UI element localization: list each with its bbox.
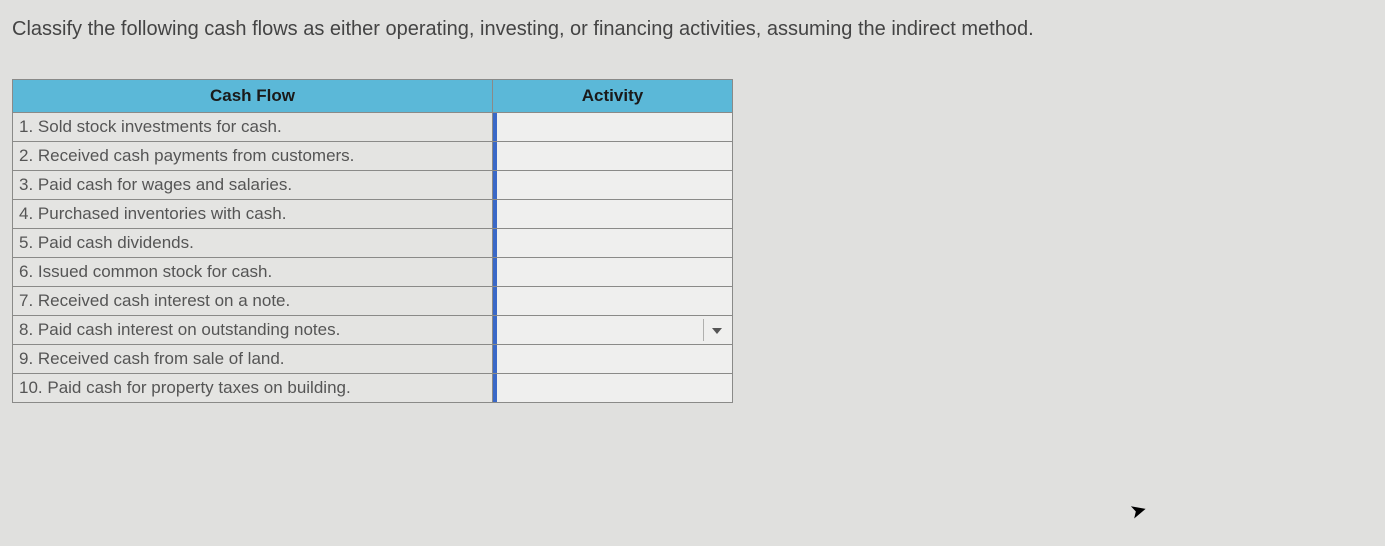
table-row: 2. Received cash payments from customers… bbox=[13, 142, 733, 171]
activity-dropdown[interactable] bbox=[493, 258, 732, 286]
cash-flow-desc: 8. Paid cash interest on outstanding not… bbox=[13, 316, 493, 345]
question-text: Classify the following cash flows as eit… bbox=[12, 18, 1373, 41]
activity-dropdown[interactable] bbox=[493, 113, 732, 141]
table-row: 3. Paid cash for wages and salaries. bbox=[13, 171, 733, 200]
table-row: 5. Paid cash dividends. bbox=[13, 229, 733, 258]
activity-dropdown[interactable] bbox=[493, 142, 732, 170]
activity-dropdown[interactable] bbox=[493, 374, 732, 402]
activity-dropdown[interactable] bbox=[493, 316, 732, 344]
cash-flow-desc: 2. Received cash payments from customers… bbox=[13, 142, 493, 171]
table-row: 7. Received cash interest on a note. bbox=[13, 287, 733, 316]
classification-table: Cash Flow Activity 1. Sold stock investm… bbox=[12, 79, 733, 403]
cursor-icon: ➤ bbox=[1127, 496, 1150, 524]
activity-dropdown[interactable] bbox=[493, 171, 732, 199]
table-row: 6. Issued common stock for cash. bbox=[13, 258, 733, 287]
table-row: 8. Paid cash interest on outstanding not… bbox=[13, 316, 733, 345]
cash-flow-desc: 1. Sold stock investments for cash. bbox=[13, 113, 493, 142]
cash-flow-desc: 5. Paid cash dividends. bbox=[13, 229, 493, 258]
activity-dropdown[interactable] bbox=[493, 229, 732, 257]
activity-dropdown[interactable] bbox=[493, 200, 732, 228]
cash-flow-desc: 10. Paid cash for property taxes on buil… bbox=[13, 374, 493, 403]
header-activity: Activity bbox=[493, 80, 733, 113]
cash-flow-desc: 3. Paid cash for wages and salaries. bbox=[13, 171, 493, 200]
table-row: 4. Purchased inventories with cash. bbox=[13, 200, 733, 229]
table-row: 10. Paid cash for property taxes on buil… bbox=[13, 374, 733, 403]
table-row: 9. Received cash from sale of land. bbox=[13, 345, 733, 374]
header-cash-flow: Cash Flow bbox=[13, 80, 493, 113]
dropdown-divider bbox=[703, 319, 704, 341]
cash-flow-desc: 9. Received cash from sale of land. bbox=[13, 345, 493, 374]
cash-flow-desc: 7. Received cash interest on a note. bbox=[13, 287, 493, 316]
cash-flow-desc: 4. Purchased inventories with cash. bbox=[13, 200, 493, 229]
cash-flow-desc: 6. Issued common stock for cash. bbox=[13, 258, 493, 287]
activity-dropdown[interactable] bbox=[493, 287, 732, 315]
activity-dropdown[interactable] bbox=[493, 345, 732, 373]
table-row: 1. Sold stock investments for cash. bbox=[13, 113, 733, 142]
